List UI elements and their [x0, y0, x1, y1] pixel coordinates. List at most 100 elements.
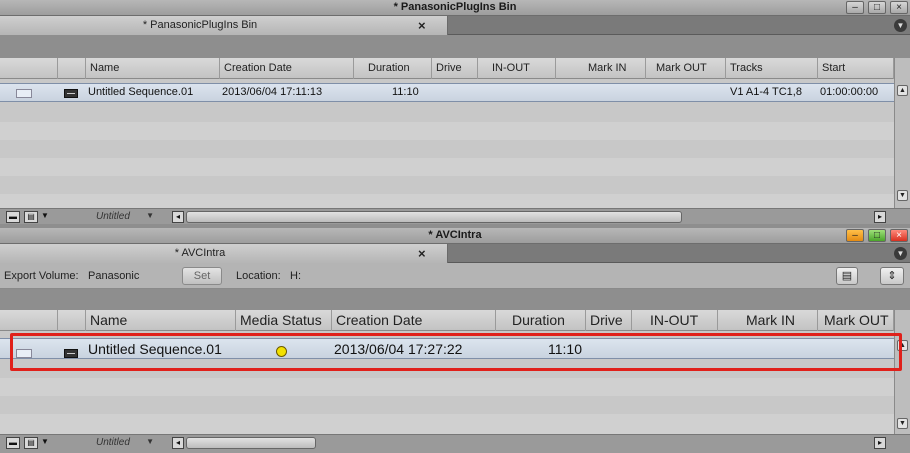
window-title: * PanasonicPlugIns Bin — [393, 1, 517, 13]
sequence-icon — [64, 344, 78, 360]
frame-view-icon[interactable]: ▬ — [6, 211, 20, 223]
bin-view-dropdown[interactable]: Untitled ▼ — [82, 211, 158, 223]
sort-icon[interactable]: ⇕ — [880, 267, 904, 285]
column-header-icon — [58, 58, 86, 79]
text-view-icon[interactable]: ▤ — [24, 437, 38, 449]
bin-menu-icon[interactable]: ▼ — [894, 19, 907, 32]
scroll-right-icon[interactable]: ▸ — [874, 437, 886, 449]
empty-row-stripe — [0, 194, 894, 208]
row-creation-date: 2013/06/04 17:11:13 — [222, 86, 323, 98]
column-header-row: Name Media Status Creation Date Duration… — [0, 310, 894, 331]
scroll-up-icon[interactable]: ▲ — [897, 85, 908, 96]
column-header-in-out[interactable]: IN-OUT — [478, 58, 556, 79]
tab-label: * PanasonicPlugIns Bin — [142, 19, 258, 31]
column-header-blank — [0, 310, 58, 331]
row-creation-date: 2013/06/04 17:27:22 — [334, 341, 463, 357]
empty-row-stripe — [0, 414, 894, 434]
scroll-up-icon[interactable]: ▲ — [897, 340, 908, 351]
column-header-duration[interactable]: Duration — [354, 58, 432, 79]
column-header-duration[interactable]: Duration — [496, 310, 586, 331]
bin-window-avcintra: * AVCIntra – □ × * AVCIntra × ▼ Export V… — [0, 228, 910, 453]
close-window-button[interactable]: × — [890, 1, 908, 14]
column-header-mark-out[interactable]: Mark OUT — [818, 310, 894, 331]
window-titlebar[interactable]: * AVCIntra – □ × — [0, 228, 910, 244]
column-header-media-status[interactable]: Media Status — [236, 310, 332, 331]
scroll-left-icon[interactable]: ◂ — [172, 211, 184, 223]
set-button[interactable]: Set — [182, 267, 222, 285]
empty-row-stripe — [0, 158, 894, 176]
bin-footer: ▬ ▤ ▼ Untitled ▼ ◂ ▸ — [0, 434, 910, 453]
list-view-icon[interactable]: ▤ — [836, 267, 858, 285]
row-name: Untitled Sequence.01 — [88, 86, 194, 98]
text-view-icon[interactable]: ▤ — [24, 211, 38, 223]
bin-view-label: Untitled — [96, 211, 130, 222]
empty-row-stripe — [0, 122, 894, 140]
column-header-in-out[interactable]: IN-OUT — [632, 310, 718, 331]
view-menu-chevron-icon[interactable]: ▼ — [40, 211, 50, 223]
column-header-drive[interactable]: Drive — [586, 310, 632, 331]
horizontal-scroll-thumb[interactable] — [186, 211, 682, 223]
sequence-icon — [64, 87, 78, 99]
scroll-right-icon[interactable]: ▸ — [874, 211, 886, 223]
minimize-button[interactable]: – — [846, 229, 864, 242]
scroll-down-icon[interactable]: ▼ — [897, 190, 908, 201]
frame-view-icon[interactable]: ▬ — [6, 437, 20, 449]
tab-bar: * PanasonicPlugIns Bin × ▼ — [0, 16, 910, 35]
vertical-scrollbar[interactable]: ▲ ▼ — [894, 310, 910, 434]
maximize-button[interactable]: □ — [868, 1, 886, 14]
scroll-down-icon[interactable]: ▼ — [897, 418, 908, 429]
horizontal-scroll-thumb[interactable] — [186, 437, 316, 449]
row-duration: 11:10 — [548, 341, 582, 357]
bin-view-dropdown[interactable]: Untitled ▼ — [82, 437, 158, 449]
view-menu-chevron-icon[interactable]: ▼ — [40, 437, 50, 449]
media-status-icon — [276, 342, 287, 358]
bin-window-panasonic-plugins: * PanasonicPlugIns Bin – □ × * Panasonic… — [0, 0, 910, 226]
column-header-mark-in[interactable]: Mark IN — [556, 58, 646, 79]
close-window-button[interactable]: × — [890, 229, 908, 242]
tab-panasonic-plugins-bin[interactable]: * PanasonicPlugIns Bin × — [0, 16, 448, 35]
tab-bar: * AVCIntra × ▼ — [0, 244, 910, 263]
column-header-creation-date[interactable]: Creation Date — [332, 310, 496, 331]
window-title: * AVCIntra — [428, 229, 482, 241]
tab-avcintra[interactable]: * AVCIntra × — [0, 244, 448, 263]
column-header-name[interactable]: Name — [86, 310, 236, 331]
location-value: H: — [290, 270, 301, 282]
column-header-drive[interactable]: Drive — [432, 58, 478, 79]
column-header-mark-in[interactable]: Mark IN — [718, 310, 818, 331]
scroll-left-icon[interactable]: ◂ — [172, 437, 184, 449]
maximize-button[interactable]: □ — [868, 229, 886, 242]
tab-label: * AVCIntra — [174, 247, 226, 259]
row-select-box[interactable] — [16, 87, 32, 99]
row-select-box[interactable] — [16, 344, 32, 360]
column-header-row: Name Creation Date Duration Drive IN-OUT… — [0, 58, 894, 79]
location-label: Location: — [236, 270, 281, 282]
export-volume-label: Export Volume: — [4, 270, 79, 282]
chevron-down-icon: ▼ — [146, 437, 154, 446]
bin-menu-icon[interactable]: ▼ — [894, 247, 907, 260]
column-header-icon — [58, 310, 86, 331]
column-header-creation-date[interactable]: Creation Date — [220, 58, 354, 79]
column-header-start[interactable]: Start — [818, 58, 894, 79]
minimize-button[interactable]: – — [846, 1, 864, 14]
row-start: 01:00:00:00 — [820, 86, 879, 98]
row-tracks: V1 A1-4 TC1,8 — [730, 86, 802, 98]
column-header-tracks[interactable]: Tracks — [726, 58, 818, 79]
row-name: Untitled Sequence.01 — [88, 341, 222, 357]
column-header-name[interactable]: Name — [86, 58, 220, 79]
column-header-blank — [0, 58, 58, 79]
bin-grid: Name Creation Date Duration Drive IN-OUT… — [0, 58, 894, 208]
column-header-mark-out[interactable]: Mark OUT — [646, 58, 726, 79]
vertical-scrollbar[interactable]: ▲ ▼ — [894, 58, 910, 208]
bin-view-label: Untitled — [96, 437, 130, 448]
chevron-down-icon: ▼ — [146, 211, 154, 220]
tab-close-icon[interactable]: × — [418, 246, 426, 261]
export-volume-value: Panasonic — [88, 270, 140, 282]
tab-close-icon[interactable]: × — [418, 18, 426, 33]
empty-row-stripe — [0, 378, 894, 396]
table-row[interactable]: Untitled Sequence.01 2013/06/04 17:27:22… — [0, 338, 894, 359]
window-titlebar[interactable]: * PanasonicPlugIns Bin – □ × — [0, 0, 910, 16]
bin-grid: Name Media Status Creation Date Duration… — [0, 310, 894, 434]
export-settings-bar: Export Volume: Panasonic Set Location: H… — [0, 263, 910, 289]
bin-footer: ▬ ▤ ▼ Untitled ▼ ◂ ▸ — [0, 208, 910, 224]
table-row[interactable]: Untitled Sequence.01 2013/06/04 17:11:13… — [0, 83, 894, 102]
